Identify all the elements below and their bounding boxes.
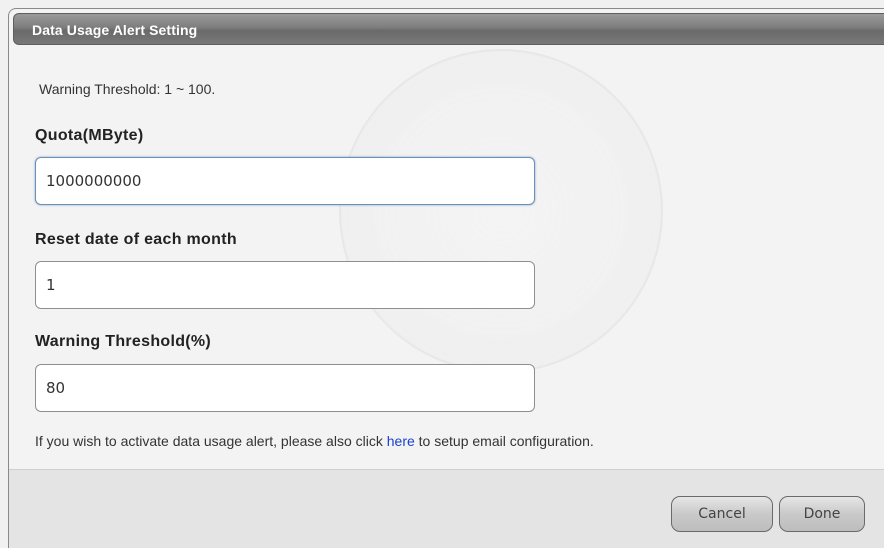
reset-date-label: Reset date of each month [35, 231, 237, 248]
threshold-hint: Warning Threshold: 1 ~ 100. [39, 81, 216, 97]
email-config-link[interactable]: here [387, 433, 415, 449]
dialog-footer: Cancel Done [9, 469, 884, 548]
data-usage-alert-dialog: Data Usage Alert Setting Warning Thresho… [8, 8, 884, 548]
done-button[interactable]: Done [779, 496, 865, 532]
warning-threshold-label: Warning Threshold(%) [35, 333, 212, 350]
quota-input[interactable] [35, 157, 535, 205]
note-text-after: to setup email configuration. [414, 433, 594, 449]
dialog-title: Data Usage Alert Setting [32, 22, 198, 38]
quota-label: Quota(MByte) [35, 127, 144, 144]
dialog-titlebar: Data Usage Alert Setting [13, 13, 884, 45]
warning-threshold-input[interactable] [35, 364, 535, 412]
background-watermark-circle [339, 49, 663, 373]
reset-date-input[interactable] [35, 261, 535, 309]
cancel-button[interactable]: Cancel [671, 496, 773, 532]
note-text-before: If you wish to activate data usage alert… [35, 433, 387, 449]
email-config-note: If you wish to activate data usage alert… [35, 433, 594, 449]
